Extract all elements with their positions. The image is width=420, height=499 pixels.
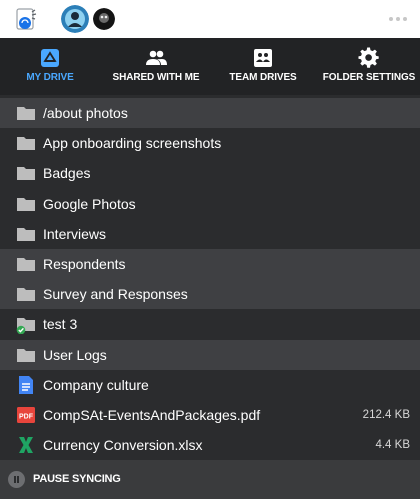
team-drive-icon — [254, 49, 272, 67]
drive-icon — [41, 49, 59, 67]
folder-row[interactable]: test 3 — [0, 309, 420, 339]
excel-file-icon — [19, 437, 33, 454]
folder-row[interactable]: App onboarding screenshots — [0, 128, 420, 158]
pause-icon[interactable] — [8, 471, 25, 488]
item-name: test 3 — [43, 316, 78, 333]
item-name: Company culture — [43, 376, 149, 393]
user-avatar[interactable] — [93, 8, 115, 30]
tab-my-drive[interactable]: MY DRIVE — [12, 38, 88, 95]
tab-shared-with-me[interactable]: SHARED WITH ME — [108, 38, 204, 95]
item-name: Currency Conversion.xlsx — [43, 437, 203, 454]
folder-icon — [17, 197, 35, 211]
folder-icon — [17, 167, 35, 181]
folder-icon — [17, 288, 35, 302]
folder-row[interactable]: Respondents — [0, 248, 420, 280]
folder-row[interactable]: Interviews — [0, 219, 420, 249]
item-name: User Logs — [43, 346, 107, 363]
top-bar — [0, 0, 420, 38]
tab-team-drives[interactable]: TEAM DRIVES — [222, 38, 304, 95]
people-icon — [146, 50, 167, 65]
item-name: Interviews — [43, 225, 107, 242]
folder-icon — [17, 137, 35, 151]
tab-label: MY DRIVE — [26, 72, 74, 83]
file-row[interactable]: PDF CompSAt-EventsAndPackages.pdf 212.4 … — [0, 400, 420, 430]
more-horizontal-icon[interactable] — [386, 10, 410, 28]
item-name: Survey and Responses — [43, 286, 188, 303]
synced-folder-icon — [16, 318, 35, 335]
file-list: /about photos App onboarding screenshots… — [0, 98, 420, 460]
svg-text:PDF: PDF — [19, 413, 34, 420]
folder-icon — [17, 258, 35, 272]
pause-syncing-button[interactable]: PAUSE SYNCING — [33, 473, 121, 485]
sync-client-logo-icon[interactable] — [16, 8, 38, 32]
folder-icon — [17, 348, 35, 362]
folder-row[interactable]: Google Photos — [0, 189, 420, 219]
tab-label: SHARED WITH ME — [112, 72, 200, 83]
google-doc-icon — [19, 375, 33, 394]
tab-folder-settings[interactable]: FOLDER SETTINGS — [322, 38, 416, 95]
tab-label: TEAM DRIVES — [229, 72, 297, 83]
file-row[interactable]: Company culture — [0, 370, 420, 400]
user-avatar[interactable] — [61, 5, 89, 33]
folder-row[interactable]: /about photos — [0, 98, 420, 129]
item-name: Badges — [43, 165, 91, 182]
folder-icon — [17, 107, 35, 121]
file-row[interactable]: Currency Conversion.xlsx 4.4 KB — [0, 430, 420, 460]
tab-label: FOLDER SETTINGS — [322, 72, 416, 83]
folder-row[interactable]: User Logs — [0, 339, 420, 370]
item-name: CompSAt-EventsAndPackages.pdf — [43, 406, 261, 423]
file-size: 212.4 KB — [362, 408, 410, 421]
folder-icon — [17, 227, 35, 241]
item-name: Google Photos — [43, 195, 136, 212]
drive-tab-bar: MY DRIVE SHARED WITH ME TEAM DRIVES FOLD… — [0, 38, 420, 95]
item-name: App onboarding screenshots — [43, 135, 222, 152]
footer-bar: PAUSE SYNCING — [0, 460, 420, 499]
folder-row[interactable]: Badges — [0, 158, 420, 188]
item-name: /about photos — [43, 105, 128, 122]
folder-row[interactable]: Survey and Responses — [0, 279, 420, 310]
item-name: Respondents — [43, 256, 126, 273]
gear-icon — [358, 47, 379, 68]
pdf-file-icon: PDF — [17, 406, 35, 423]
file-size: 4.4 KB — [375, 439, 410, 452]
